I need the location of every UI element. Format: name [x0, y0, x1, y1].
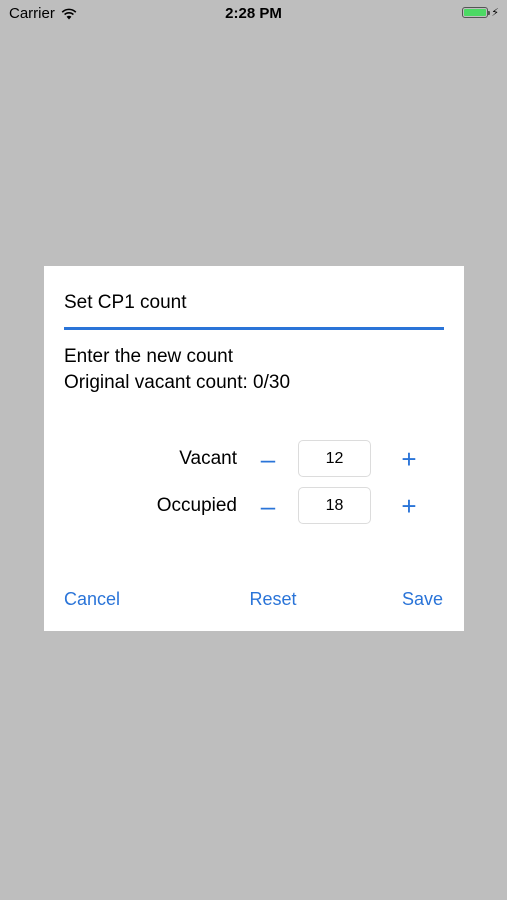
count-dialog: Set CP1 count Enter the new count Origin…	[44, 266, 464, 631]
battery-group: ⚡	[462, 6, 499, 19]
occupied-row: Occupied – 18 +	[44, 487, 464, 527]
dialog-title: Set CP1 count	[64, 292, 187, 313]
vacant-count-field[interactable]: 12	[298, 440, 371, 477]
occupied-decrement-button[interactable]: –	[253, 489, 283, 523]
vacant-label: Vacant	[179, 448, 237, 469]
status-bar: Carrier 2:28 PM ⚡	[0, 0, 507, 28]
vacant-decrement-button[interactable]: –	[253, 442, 283, 476]
dialog-actions: Cancel Reset Save	[44, 589, 464, 615]
save-button[interactable]: Save	[402, 589, 443, 610]
vacant-row: Vacant – 12 +	[44, 440, 464, 480]
battery-icon	[462, 7, 491, 18]
occupied-label: Occupied	[156, 495, 237, 516]
battery-fill	[464, 9, 487, 16]
title-divider	[64, 327, 444, 330]
occupied-count-field[interactable]: 18	[298, 487, 371, 524]
message-line-instruction: Enter the new count	[64, 346, 233, 367]
dialog-message: Enter the new count Original vacant coun…	[64, 344, 290, 396]
charging-bolt-icon: ⚡	[491, 7, 499, 19]
occupied-increment-button[interactable]: +	[394, 489, 424, 523]
vacant-increment-button[interactable]: +	[394, 442, 424, 476]
status-time: 2:28 PM	[225, 5, 282, 22]
message-line-original-count: Original vacant count: 0/30	[64, 372, 291, 393]
